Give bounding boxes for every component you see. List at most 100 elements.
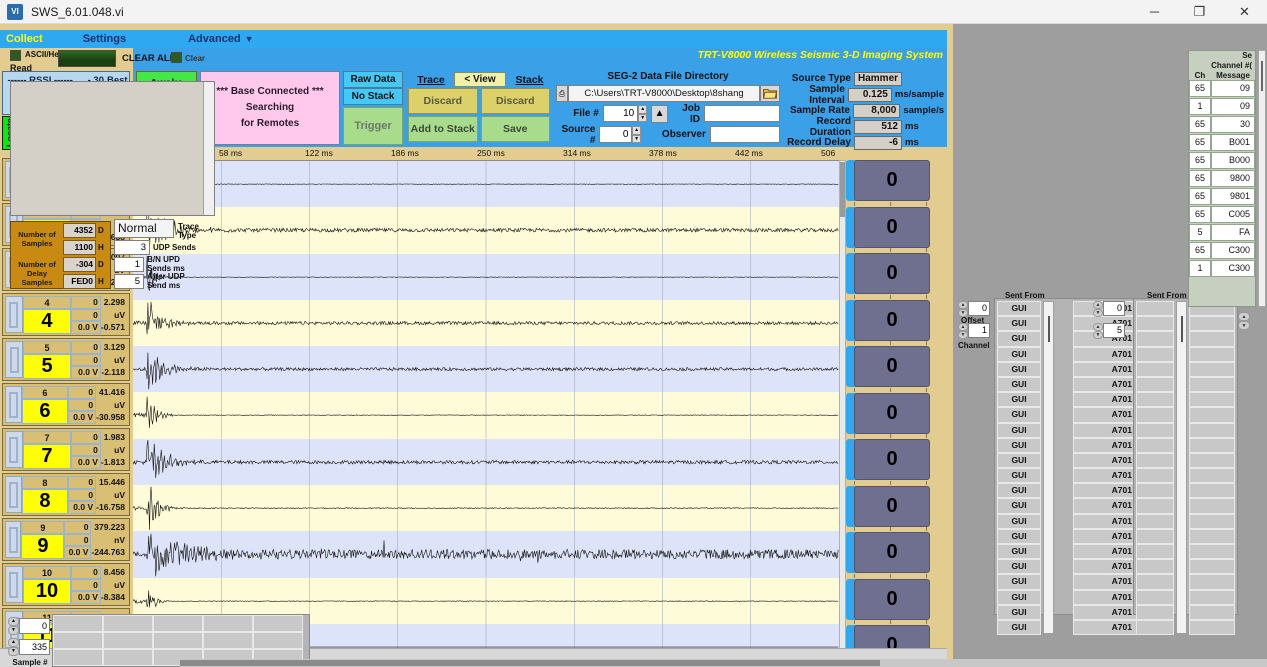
- sample-table-cell[interactable]: [103, 632, 153, 649]
- horizontal-scrollbar[interactable]: [180, 659, 1267, 667]
- sample-table-cell[interactable]: [253, 632, 303, 649]
- sent-from-left-table[interactable]: GUIGUIGUIGUIGUIGUIGUIGUIGUIGUIGUIGUIGUIG…: [994, 298, 1142, 615]
- message-table-row[interactable]: 6509: [1189, 80, 1255, 97]
- trace-discard-button[interactable]: Discard: [408, 88, 478, 114]
- serial-output-scrollbar[interactable]: [203, 82, 214, 215]
- sample-table-cell[interactable]: [203, 632, 253, 649]
- sample-table-cell[interactable]: [103, 615, 153, 632]
- sample-number-value[interactable]: 335: [19, 639, 50, 655]
- channel-row[interactable]: 55000.0 V3.129uV-2.118: [2, 338, 130, 381]
- channel-row[interactable]: 77000.0 V1.983uV-1.813: [2, 428, 130, 471]
- sent-from-right-table[interactable]: [1133, 298, 1238, 615]
- sent-from-scrollbar[interactable]: [1043, 301, 1054, 634]
- trigger-button[interactable]: Trigger: [343, 107, 403, 145]
- clear-led[interactable]: [171, 52, 182, 63]
- up-arrow-icon[interactable]: ▲: [651, 105, 668, 123]
- sample-rate-value[interactable]: 8,000: [853, 104, 900, 118]
- channel-row[interactable]: 1010000.0 V8.456uV-8.384: [2, 563, 130, 606]
- sample-table-cell[interactable]: [253, 615, 303, 632]
- channel-indicator[interactable]: 0: [846, 205, 930, 251]
- sent-from-code-column[interactable]: A701A701A701A701A701A701A701A701A701A701…: [1073, 301, 1139, 635]
- channel-indicator[interactable]: 0: [846, 298, 930, 344]
- bn-upd-value[interactable]: 1: [114, 257, 144, 272]
- file-number-stepper[interactable]: ▲▼: [638, 105, 647, 122]
- right-count-value[interactable]: 5: [1103, 323, 1125, 338]
- sent-from-source-column[interactable]: [1136, 301, 1174, 635]
- maximize-button[interactable]: ❐: [1177, 0, 1222, 24]
- right-index-spinner[interactable]: ▲▼ 0: [1093, 300, 1127, 317]
- sent-from-scrollbar-thumb[interactable]: [1048, 316, 1050, 342]
- channel-indicator[interactable]: 0: [846, 391, 930, 437]
- trace-type-select[interactable]: Normal: [114, 219, 174, 238]
- record-delay-value[interactable]: -6: [854, 136, 902, 150]
- right-count-spinner[interactable]: ▲▼ 5: [1093, 322, 1127, 339]
- sample-table-cell[interactable]: [153, 632, 203, 649]
- horizontal-scrollbar-thumb[interactable]: [180, 660, 880, 666]
- message-table-row[interactable]: 65B001: [1189, 134, 1255, 151]
- sample-table-cell[interactable]: [53, 615, 103, 632]
- trace-lane[interactable]: [133, 485, 839, 531]
- seg2-path-value[interactable]: C:\Users\TRT-V8000\Desktop\8shang: [568, 85, 760, 102]
- right-index-value[interactable]: 0: [1103, 301, 1125, 316]
- trace-lane[interactable]: [133, 439, 839, 485]
- path-select-icon[interactable]: ⎙: [556, 85, 568, 102]
- right-count-stepper[interactable]: ▲▼: [1093, 323, 1103, 338]
- menu-item-advanced[interactable]: Advanced▼: [182, 33, 260, 45]
- add-to-stack-button[interactable]: Add to Stack: [408, 116, 478, 142]
- channel-indicator[interactable]: 0: [846, 251, 930, 297]
- message-table-row[interactable]: 659800: [1189, 170, 1255, 187]
- message-table-row[interactable]: 65C005: [1189, 206, 1255, 223]
- serial-message-table[interactable]: Se Channel #( Ch Message 6509109653065B0…: [1188, 50, 1256, 307]
- sample-table-cell[interactable]: [153, 615, 203, 632]
- sample-table-cell[interactable]: [103, 649, 153, 666]
- menu-item-collect[interactable]: Collect: [0, 33, 49, 45]
- locate-button[interactable]: [5, 296, 23, 333]
- menu-item-settings[interactable]: Settings: [77, 33, 132, 45]
- source-number-input[interactable]: 0: [599, 126, 632, 143]
- channel-id[interactable]: 8: [22, 489, 68, 514]
- source-number-stepper[interactable]: ▲▼: [632, 126, 640, 143]
- record-duration-value[interactable]: 512: [854, 120, 902, 134]
- offset-value[interactable]: 0: [968, 301, 990, 316]
- source-type-value[interactable]: Hammer: [854, 72, 902, 86]
- channel-id[interactable]: 4: [23, 309, 71, 334]
- message-table-row[interactable]: 109: [1189, 98, 1255, 115]
- sample-number-spinner[interactable]: ▲▼ 335: [8, 637, 52, 656]
- sent-from-code-column[interactable]: [1189, 301, 1235, 635]
- sent-from-scrollbar-thumb[interactable]: [1181, 316, 1183, 342]
- clear-label[interactable]: Clear: [185, 54, 205, 63]
- job-id-input[interactable]: [704, 105, 780, 122]
- bottom-top-stepper[interactable]: ▲▼: [8, 617, 19, 634]
- sample-table-cell[interactable]: [53, 649, 103, 666]
- trace-lane[interactable]: [133, 254, 839, 300]
- sample-table-cell[interactable]: [53, 632, 103, 649]
- num-samples-hex[interactable]: 1100: [63, 240, 96, 255]
- serial-output-box[interactable]: [10, 81, 215, 216]
- trace-lane[interactable]: [133, 392, 839, 438]
- locate-button[interactable]: [5, 476, 22, 513]
- channel-indicator[interactable]: 0: [846, 344, 930, 390]
- channel-row[interactable]: 99000.0 V379.223nV-244.763: [2, 518, 130, 561]
- seismic-plot[interactable]: -6 ms58 ms122 ms186 ms250 ms314 ms378 ms…: [133, 147, 839, 667]
- clear-all-label[interactable]: CLEAR ALL: [122, 53, 175, 64]
- file-number-input[interactable]: 10: [603, 105, 638, 122]
- bottom-top-spinner[interactable]: ▲▼ 0: [8, 616, 52, 635]
- sent-from-scrollbar[interactable]: [1176, 301, 1187, 634]
- no-stack-toggle[interactable]: No Stack: [343, 88, 403, 105]
- channel-id[interactable]: 5: [23, 354, 71, 379]
- locate-button[interactable]: [5, 431, 23, 468]
- sample-table-cell[interactable]: [203, 615, 253, 632]
- udp-sends-value[interactable]: 3: [114, 240, 150, 255]
- channel-id[interactable]: 6: [22, 399, 68, 424]
- channel-row[interactable]: 88000.0 V15.446uV-16.758: [2, 473, 130, 516]
- message-table-row[interactable]: 659801: [1189, 188, 1255, 205]
- locate-button[interactable]: [5, 521, 21, 558]
- message-table-row[interactable]: 5FA: [1189, 224, 1255, 241]
- num-samples-dec[interactable]: 4352: [63, 223, 96, 238]
- after-udp-value[interactable]: 5: [114, 274, 144, 289]
- channel-indicator[interactable]: 0: [846, 530, 930, 576]
- raw-data-toggle[interactable]: Raw Data: [343, 71, 403, 88]
- locate-button[interactable]: [5, 386, 22, 423]
- locate-button[interactable]: [5, 341, 23, 378]
- sample-number-stepper[interactable]: ▲▼: [8, 638, 19, 655]
